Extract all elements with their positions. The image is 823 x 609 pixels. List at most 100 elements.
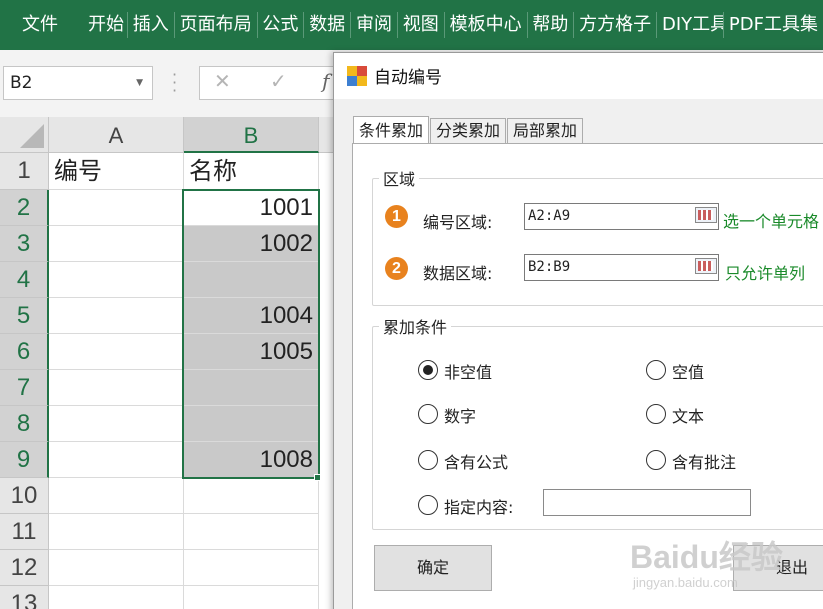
cell-a5[interactable] — [49, 298, 184, 334]
row-header[interactable]: 10 — [0, 478, 49, 514]
cell-b10[interactable] — [184, 478, 319, 514]
row-header[interactable]: 12 — [0, 550, 49, 586]
radio-has-comment-label[interactable]: 含有批注 — [672, 449, 736, 473]
cell-a4[interactable] — [49, 262, 184, 298]
radio-number[interactable] — [418, 404, 438, 424]
tab-partial-accumulate[interactable]: 局部累加 — [507, 118, 584, 144]
tab-insert[interactable]: 插入 — [128, 0, 174, 50]
drag-handle-icon[interactable]: · · · — [172, 67, 177, 99]
specified-content-input[interactable] — [543, 489, 751, 516]
tab-conditional-accumulate[interactable]: 条件累加 — [353, 116, 430, 144]
cell-a2[interactable] — [49, 190, 184, 226]
select-all-corner[interactable] — [0, 117, 49, 153]
cell-a6[interactable] — [49, 334, 184, 370]
cell-b5[interactable]: 1004 — [184, 298, 319, 334]
tab-help[interactable]: 帮助 — [527, 0, 573, 50]
row-header[interactable]: 1 — [0, 153, 49, 190]
radio-has-comment[interactable] — [646, 450, 666, 470]
radio-non-empty-label[interactable]: 非空值 — [444, 359, 492, 383]
data-range-input[interactable]: B2:B9 — [524, 254, 719, 281]
row-header[interactable]: 13 — [0, 586, 49, 609]
region-legend: 区域 — [383, 170, 416, 189]
cancel-icon[interactable]: ✕ — [214, 69, 231, 93]
row-header[interactable]: 7 — [0, 370, 49, 406]
data-range-hint: 只允许单列 — [725, 264, 806, 283]
dialog-title: 自动编号 — [374, 68, 442, 88]
cell-b7[interactable] — [184, 370, 319, 406]
cell-b2[interactable]: 1001 — [184, 190, 319, 226]
radio-empty-label[interactable]: 空值 — [672, 359, 704, 383]
name-box[interactable]: B2 ▼ — [3, 66, 153, 100]
cell-b13[interactable] — [184, 586, 319, 609]
number-range-label: 编号区域: — [423, 213, 493, 232]
region-group: 区域 — [372, 166, 823, 306]
watermark-url: jingyan.baidu.com — [633, 575, 738, 590]
radio-text-label[interactable]: 文本 — [672, 403, 704, 427]
radio-empty[interactable] — [646, 360, 666, 380]
dialog-tabs: 条件累加 分类累加 局部累加 — [353, 116, 584, 144]
row-header[interactable]: 8 — [0, 406, 49, 442]
tab-page-layout[interactable]: 页面布局 — [175, 0, 257, 50]
range-picker-icon[interactable] — [695, 207, 717, 223]
tab-category-accumulate[interactable]: 分类累加 — [430, 118, 507, 144]
cell-a1[interactable]: 编号 — [49, 153, 184, 190]
cell-a13[interactable] — [49, 586, 184, 609]
baidu-watermark: Baidu经验 — [630, 539, 783, 575]
cell-a8[interactable] — [49, 406, 184, 442]
tab-review[interactable]: 审阅 — [351, 0, 397, 50]
column-header-a[interactable]: A — [49, 117, 184, 153]
step-2-badge: 2 — [385, 257, 408, 280]
fill-handle[interactable] — [314, 474, 321, 481]
number-range-hint: 选一个单元格 — [723, 212, 820, 231]
range-picker-icon[interactable] — [695, 258, 717, 274]
dialog-titlebar[interactable]: 自动编号 — [334, 53, 823, 99]
app-icon — [347, 66, 367, 86]
row-header[interactable]: 11 — [0, 514, 49, 550]
row-header[interactable]: 5 — [0, 298, 49, 334]
cell-a9[interactable] — [49, 442, 184, 478]
radio-specified-content-label[interactable]: 指定内容: — [444, 494, 513, 518]
radio-has-formula-label[interactable]: 含有公式 — [444, 449, 508, 473]
tab-data[interactable]: 数据 — [304, 0, 350, 50]
cell-b9[interactable]: 1008 — [184, 442, 319, 478]
radio-non-empty[interactable] — [418, 360, 438, 380]
cell-a3[interactable] — [49, 226, 184, 262]
radio-text[interactable] — [646, 404, 666, 424]
cell-a12[interactable] — [49, 550, 184, 586]
tab-file[interactable]: 文件 — [0, 0, 76, 50]
cell-a11[interactable] — [49, 514, 184, 550]
tab-home[interactable]: 开始 — [76, 0, 127, 50]
cell-b4[interactable] — [184, 262, 319, 298]
tab-formulas[interactable]: 公式 — [257, 0, 303, 50]
row-header[interactable]: 2 — [0, 190, 49, 226]
cell-b12[interactable] — [184, 550, 319, 586]
cell-a7[interactable] — [49, 370, 184, 406]
tab-pdf-tools[interactable]: PDF工具集 — [724, 0, 823, 50]
ribbon-tabs: 文件 开始 插入 页面布局 公式 数据 审阅 视图 模板中心 帮助 方方格子 D… — [0, 0, 823, 50]
cell-a10[interactable] — [49, 478, 184, 514]
tab-view[interactable]: 视图 — [398, 0, 444, 50]
tab-template-center[interactable]: 模板中心 — [445, 0, 527, 50]
radio-has-formula[interactable] — [418, 450, 438, 470]
cell-b8[interactable] — [184, 406, 319, 442]
step-1-badge: 1 — [385, 205, 408, 228]
row-header[interactable]: 3 — [0, 226, 49, 262]
column-header-b[interactable]: B — [184, 117, 319, 153]
tab-fangfang-gezi[interactable]: 方方格子 — [574, 0, 656, 50]
cell-b11[interactable] — [184, 514, 319, 550]
row-header[interactable]: 4 — [0, 262, 49, 298]
radio-specified-content[interactable] — [418, 495, 438, 515]
tab-diy-toolbox[interactable]: DIY工具箱 — [657, 0, 723, 50]
cell-b6[interactable]: 1005 — [184, 334, 319, 370]
ok-button[interactable]: 确定 — [374, 545, 492, 591]
row-header[interactable]: 9 — [0, 442, 49, 478]
number-range-input[interactable]: A2:A9 — [524, 203, 719, 230]
enter-icon[interactable]: ✓ — [270, 69, 287, 93]
row-header[interactable]: 6 — [0, 334, 49, 370]
cell-b1[interactable]: 名称 — [184, 153, 319, 190]
chevron-down-icon[interactable]: ▼ — [136, 67, 143, 99]
cell-b3[interactable]: 1002 — [184, 226, 319, 262]
radio-number-label[interactable]: 数字 — [444, 403, 476, 427]
fx-icon[interactable]: f — [322, 69, 329, 93]
name-box-value: B2 — [10, 73, 33, 93]
